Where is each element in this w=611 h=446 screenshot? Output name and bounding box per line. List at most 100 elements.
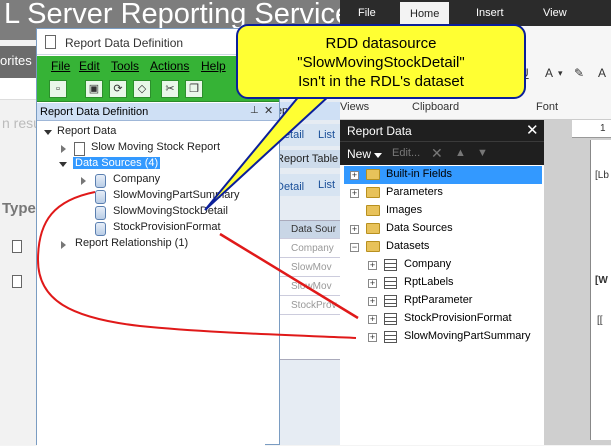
collapse-icon[interactable] xyxy=(59,162,67,167)
close-icon[interactable]: ✕ xyxy=(526,121,539,139)
tree-item-parameters[interactable]: + Parameters xyxy=(344,184,542,202)
tab-list[interactable]: List xyxy=(318,129,335,141)
eraser-icon[interactable]: ◇ xyxy=(133,80,151,98)
ribbon-group-clipboard: Clipboard xyxy=(412,101,460,113)
expand-icon[interactable] xyxy=(61,145,66,153)
tab-view[interactable]: View xyxy=(543,7,567,19)
design-textbox[interactable]: [Lb xyxy=(595,170,609,181)
tree-item-dataset[interactable]: + RptLabels xyxy=(344,274,542,292)
report-data-title: Report Data xyxy=(347,124,412,138)
tree-label: Data Sources (4) xyxy=(73,157,161,169)
font-size-icon[interactable]: A xyxy=(598,66,606,80)
move-down-icon[interactable]: ▼ xyxy=(477,147,488,159)
table-icon xyxy=(384,313,397,325)
ribbon-group-font: Font xyxy=(536,101,559,113)
menu-file-label: File xyxy=(51,59,71,73)
tree-label: Data Sources xyxy=(386,222,453,234)
report-page[interactable]: [Lb [W [[ xyxy=(590,140,611,440)
tree-item-dataset[interactable]: + StockProvisionFormat xyxy=(344,310,542,328)
tab-detail-2[interactable]: Detail xyxy=(276,181,304,193)
tree-item-dataset[interactable]: + RptParameter xyxy=(344,292,542,310)
ssrs-favorites-link[interactable]: orites xyxy=(0,53,32,68)
design-textbox[interactable]: [[ xyxy=(597,315,603,326)
database-icon xyxy=(95,190,106,204)
app-icon xyxy=(45,35,56,49)
folder-icon xyxy=(366,169,380,180)
rdd-tree: Report Data Slow Moving Stock Report Dat… xyxy=(37,122,265,446)
cut-icon[interactable]: ✂ xyxy=(161,80,179,98)
rdd-window-title: Report Data Definition xyxy=(65,36,184,50)
expand-icon[interactable]: + xyxy=(350,225,359,234)
tree-item-images[interactable]: Images xyxy=(344,202,542,220)
tree-label: SlowMovingPartSummary xyxy=(113,189,240,201)
ruler-mark: 1 xyxy=(600,123,606,134)
tree-item-datasets[interactable]: − Datasets xyxy=(344,238,542,256)
report-icon[interactable] xyxy=(12,275,22,288)
tab-list-2[interactable]: List xyxy=(318,179,335,191)
menu-file[interactable]: File xyxy=(51,59,70,73)
menu-tools-label: Tools xyxy=(111,59,140,73)
tree-item-dataset[interactable]: + Company xyxy=(344,256,542,274)
delete-icon[interactable]: ✕ xyxy=(431,145,443,162)
tree-label: Datasets xyxy=(386,240,430,252)
new-button[interactable]: New xyxy=(347,147,371,161)
tree-item-data-sources[interactable]: + Data Sources xyxy=(344,220,542,238)
tab-home[interactable]: Home xyxy=(400,2,450,26)
detail-tabs-bottom: Detail List xyxy=(270,174,345,196)
menu-tools[interactable]: Tools xyxy=(111,59,139,73)
highlight-icon[interactable]: ✎ xyxy=(574,66,584,80)
tree-item-built-in-fields[interactable]: + Built-in Fields xyxy=(344,166,542,184)
tree-label: Report Data xyxy=(57,125,117,137)
table-row[interactable]: StockProv xyxy=(271,297,346,315)
expand-icon[interactable]: + xyxy=(368,279,377,288)
new-document-icon[interactable]: ▫ xyxy=(49,80,67,98)
expand-icon[interactable]: + xyxy=(350,189,359,198)
expand-icon[interactable]: + xyxy=(368,315,377,324)
tree-label: Parameters xyxy=(386,186,443,198)
table-row[interactable]: Company xyxy=(271,240,346,258)
ruler: 1 xyxy=(572,120,611,138)
expand-icon[interactable] xyxy=(81,177,86,185)
collapse-icon[interactable] xyxy=(44,130,52,135)
tree-label: Images xyxy=(386,204,423,216)
tab-insert[interactable]: Insert xyxy=(476,7,504,19)
database-icon xyxy=(95,206,106,220)
expand-icon[interactable]: + xyxy=(350,171,359,180)
menu-help[interactable]: Help xyxy=(201,59,226,73)
edit-button[interactable]: Edit... xyxy=(392,147,420,159)
close-icon[interactable]: ✕ xyxy=(264,104,273,117)
tree-label: SlowMovingStockDetail xyxy=(113,205,228,217)
copy-icon[interactable]: ❐ xyxy=(185,80,203,98)
tree-item-dataset[interactable]: + SlowMovingPartSummary xyxy=(344,328,542,346)
chevron-down-icon[interactable]: ▾ xyxy=(558,68,563,79)
table-icon xyxy=(384,277,397,289)
callout-text-line: "SlowMovingStockDetail" xyxy=(297,54,465,71)
table-row[interactable]: SlowMov xyxy=(271,278,346,296)
menu-help-label: Help xyxy=(201,59,226,73)
table-row[interactable]: SlowMov xyxy=(271,259,346,277)
collapse-icon[interactable]: − xyxy=(350,243,359,252)
detail-tabs-top: Detail List xyxy=(270,124,340,146)
font-color-icon[interactable]: A xyxy=(545,66,553,80)
folder-icon xyxy=(366,187,380,198)
expand-icon[interactable] xyxy=(61,241,66,249)
refresh-icon[interactable]: ⟳ xyxy=(109,80,127,98)
tree-label: StockProvisionFormat xyxy=(404,312,512,324)
save-icon[interactable]: ▣ xyxy=(85,80,103,98)
document-icon[interactable] xyxy=(12,240,22,253)
pin-icon[interactable]: ⊥ xyxy=(250,105,259,116)
move-up-icon[interactable]: ▲ xyxy=(455,147,466,159)
chevron-down-icon[interactable] xyxy=(374,153,382,158)
database-icon xyxy=(95,174,106,188)
menu-edit[interactable]: Edit xyxy=(79,59,100,73)
report-icon xyxy=(74,142,85,156)
menu-actions[interactable]: Actions xyxy=(150,59,189,73)
tab-detail[interactable]: Detail xyxy=(276,129,304,141)
menu-actions-label: Actions xyxy=(150,59,190,73)
tab-file[interactable]: File xyxy=(358,7,376,19)
report-table-bar: Report Table xyxy=(270,150,345,168)
expand-icon[interactable]: + xyxy=(368,297,377,306)
design-textbox[interactable]: [W xyxy=(595,275,608,286)
expand-icon[interactable]: + xyxy=(368,333,377,342)
expand-icon[interactable]: + xyxy=(368,261,377,270)
